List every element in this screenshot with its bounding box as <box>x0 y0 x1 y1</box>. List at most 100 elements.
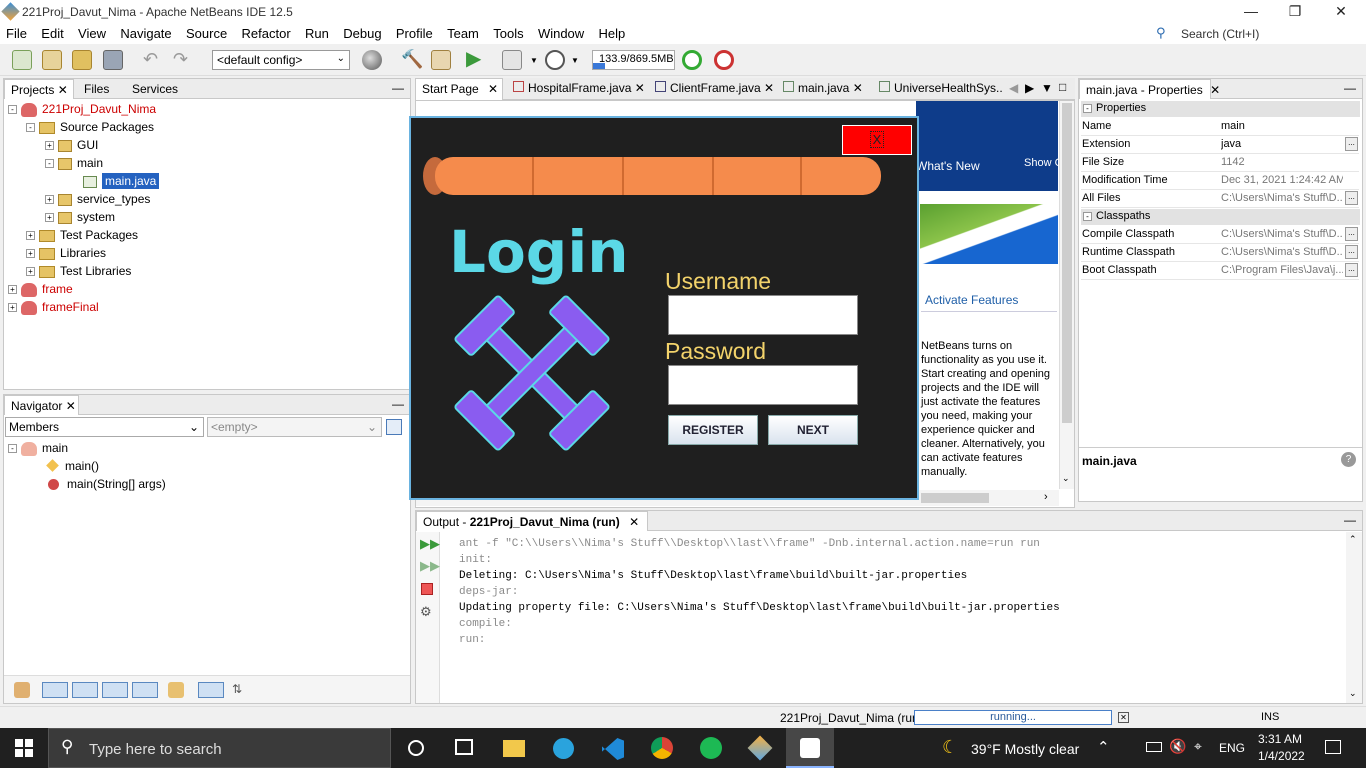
close-icon[interactable]: ✕ <box>853 81 863 95</box>
undo-icon[interactable]: ↶ <box>143 50 163 70</box>
property-row[interactable]: Boot Classpath C:\Program Files\Java\j...… <box>1081 262 1359 280</box>
profile-icon[interactable] <box>545 50 565 70</box>
minimize-icon[interactable]: — <box>1228 0 1274 24</box>
tree-item-project[interactable]: - 221Proj_Davut_Nima <box>8 100 156 118</box>
tab-universehealth[interactable]: UniverseHealthSys... <box>873 78 1003 98</box>
minimize-panel-icon[interactable]: — <box>392 81 404 95</box>
ide-search[interactable]: ⚲ Search (Ctrl+I) <box>1156 24 1366 44</box>
menu-run[interactable]: Run <box>299 24 334 41</box>
tab-navigator[interactable]: Navigator ✕ <box>4 395 79 415</box>
tab-services[interactable]: Services <box>126 79 184 99</box>
property-value[interactable]: C:\Users\Nima's Stuff\D... <box>1221 246 1343 258</box>
activate-features-heading[interactable]: Activate Features <box>925 293 1018 307</box>
members-select[interactable]: Members ⌄ <box>5 417 204 437</box>
tab-clientframe[interactable]: ClientFrame.java ✕ <box>649 78 780 98</box>
expand-icon[interactable]: + <box>8 285 17 295</box>
nav-item-main-class[interactable]: - main <box>8 439 68 457</box>
tab-hospitalframe[interactable]: HospitalFrame.java ✕ <box>507 78 651 98</box>
property-value[interactable]: java <box>1221 138 1343 150</box>
clock-date[interactable]: 1/4/2022 <box>1258 749 1305 763</box>
expand-icon[interactable]: + <box>45 213 54 223</box>
menu-refactor[interactable]: Refactor <box>236 24 296 41</box>
property-row[interactable]: Modification Time Dec 31, 2021 1:24:42 AM <box>1081 172 1359 190</box>
help-icon[interactable]: ? <box>1341 452 1356 467</box>
netbeans-taskbar-icon[interactable] <box>747 735 773 761</box>
output-vscroll[interactable]: ⌃ ⌄ <box>1346 532 1362 703</box>
wifi-icon[interactable]: ⌖ <box>1194 738 1202 755</box>
fields-icon[interactable] <box>42 682 68 698</box>
minimize-panel-icon[interactable]: — <box>392 397 404 411</box>
tree-item-system[interactable]: + system <box>45 208 115 226</box>
collapse-icon[interactable]: - <box>1083 103 1092 113</box>
ellipsis-button[interactable]: ... <box>1345 245 1358 259</box>
close-icon[interactable]: ✕ <box>629 515 639 529</box>
telegram-icon[interactable] <box>553 738 574 759</box>
browser-globe-icon[interactable] <box>362 50 382 70</box>
property-value[interactable]: C:\Users\Nima's Stuff\D... <box>1221 228 1343 240</box>
notifications-icon[interactable] <box>1325 740 1341 754</box>
debug-icon[interactable] <box>502 50 522 70</box>
close-icon[interactable]: ✕ <box>488 82 498 96</box>
status-progress[interactable]: running... <box>914 710 1112 725</box>
tab-properties[interactable]: main.java - Properties ✕ <box>1079 79 1220 99</box>
show-link[interactable]: Show C <box>1024 157 1058 169</box>
inherited-icon[interactable] <box>168 682 184 698</box>
close-icon[interactable]: ✕ <box>1210 83 1220 97</box>
vscode-icon[interactable] <box>602 738 624 760</box>
password-input[interactable] <box>668 365 858 405</box>
property-row[interactable]: Compile Classpath C:\Users\Nima's Stuff\D… <box>1081 226 1359 244</box>
menu-team[interactable]: Team <box>441 24 484 41</box>
scroll-left-icon[interactable]: ◀ <box>1009 81 1018 95</box>
minimize-panel-icon[interactable]: — <box>1344 513 1356 527</box>
tab-list-icon[interactable]: ▼ <box>1041 81 1053 95</box>
properties-section-header[interactable]: - Properties <box>1081 101 1360 117</box>
scroll-right-icon[interactable]: ▶ <box>1025 81 1034 95</box>
minimize-panel-icon[interactable]: — <box>1344 81 1356 95</box>
redo-icon[interactable]: ↷ <box>173 50 193 70</box>
chrome-icon[interactable] <box>651 737 673 759</box>
property-value[interactable]: C:\Program Files\Java\j... <box>1221 264 1343 276</box>
nav-item-main-method[interactable]: main(String[] args) <box>48 475 166 493</box>
profiler-snapshot-icon[interactable] <box>714 50 734 70</box>
rerun-icon[interactable]: ▶▶ <box>420 536 440 552</box>
property-row[interactable]: Extension java... <box>1081 136 1359 154</box>
ellipsis-button[interactable]: ... <box>1345 137 1358 151</box>
spotify-icon[interactable] <box>700 737 722 759</box>
java-app-taskbar-item[interactable] <box>786 728 834 768</box>
ellipsis-button[interactable]: ... <box>1345 191 1358 205</box>
close-icon[interactable]: ✕ <box>66 399 76 413</box>
tab-files[interactable]: Files <box>78 79 115 99</box>
expand-icon[interactable]: + <box>45 141 54 151</box>
profile-dropdown-icon[interactable]: ▼ <box>571 56 579 65</box>
clock-time[interactable]: 3:31 AM <box>1258 732 1302 746</box>
new-file-icon[interactable] <box>12 50 32 70</box>
expand-icon[interactable]: + <box>26 267 35 277</box>
rerun-options-icon[interactable]: ▶▶ <box>420 558 440 574</box>
collapse-icon[interactable]: - <box>26 123 35 133</box>
filter-icon[interactable] <box>386 419 402 435</box>
menu-view[interactable]: View <box>72 24 111 41</box>
close-icon[interactable]: ✕ <box>635 81 645 95</box>
scroll-up-icon[interactable]: ⌃ <box>1349 534 1357 545</box>
inner-class-icon[interactable] <box>132 682 158 698</box>
menu-profile[interactable]: Profile <box>390 24 438 41</box>
chevron-up-icon[interactable]: ⌃ <box>1097 738 1110 756</box>
property-value[interactable]: Dec 31, 2021 1:24:42 AM <box>1221 174 1343 186</box>
start-vscroll[interactable]: ⌄ <box>1059 101 1074 489</box>
debug-dropdown-icon[interactable]: ▼ <box>530 56 538 65</box>
tab-output[interactable]: Output - 221Proj_Davut_Nima (run) ✕ <box>416 511 648 531</box>
menu-tools[interactable]: Tools <box>487 24 528 41</box>
nav-item-constructor[interactable]: main() <box>46 457 99 475</box>
close-window-icon[interactable]: ✕ <box>1318 0 1364 24</box>
weather-text[interactable]: 39°F Mostly clear <box>971 741 1079 757</box>
tree-item-service-types[interactable]: + service_types <box>45 190 150 208</box>
expand-icon[interactable]: + <box>26 231 35 241</box>
hierarchy-icon[interactable] <box>14 682 30 698</box>
tree-item-source-packages[interactable]: - Source Packages <box>26 118 154 136</box>
login-close-button[interactable]: X <box>842 125 912 155</box>
next-button[interactable]: NEXT <box>768 415 858 445</box>
cancel-task-icon[interactable]: ✕ <box>1118 712 1129 723</box>
tab-main-java[interactable]: main.java ✕ <box>777 78 869 98</box>
volume-icon[interactable]: 🔇 <box>1169 738 1186 755</box>
build-hammer-icon[interactable]: 🔨 <box>401 50 423 70</box>
